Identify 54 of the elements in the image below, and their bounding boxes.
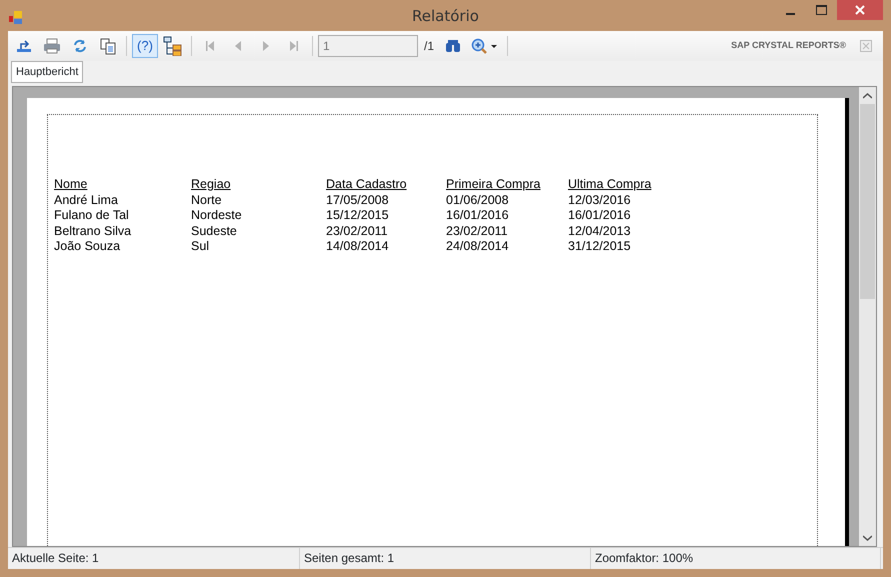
table-cell-text: 15/12/2015 xyxy=(326,208,390,224)
table-cell-text: 12/03/2016 xyxy=(568,192,632,208)
table-cell-text: Nordeste xyxy=(191,208,243,224)
binoculars-icon xyxy=(445,39,462,53)
status-text: Aktuelle Seite: 1 xyxy=(8,548,300,569)
tree-icon xyxy=(163,36,183,56)
first-page-icon xyxy=(206,41,214,51)
vertical-scrollbar[interactable] xyxy=(859,87,876,546)
column-header: Regiao xyxy=(191,177,232,192)
minimize-icon xyxy=(786,13,795,15)
status-text: Seiten gesamt: 1 xyxy=(300,548,591,569)
refresh-icon xyxy=(72,38,88,54)
column-header: Primeira Compra xyxy=(446,177,542,192)
table-cell-text: Beltrano Silva xyxy=(54,224,132,239)
last-page-icon xyxy=(290,41,298,51)
table-cell-text: 17/05/2008 xyxy=(326,192,390,208)
app-icon xyxy=(9,8,23,26)
table-cell-text: Sul xyxy=(191,239,210,254)
table-cell-text: 16/01/2016 xyxy=(568,208,632,224)
table-cell-text: 23/02/2011 xyxy=(446,224,509,239)
page-number-field[interactable]: 1 xyxy=(318,35,418,57)
previous-icon xyxy=(235,41,241,51)
status-text: Zoomfaktor: 100% xyxy=(591,548,881,569)
brand-label: SAP CRYSTAL REPORTS® xyxy=(731,39,846,52)
page-total: /1 xyxy=(424,38,434,55)
export-icon xyxy=(15,38,33,54)
close-icon xyxy=(855,5,865,15)
table-cell-text: 31/12/2015 xyxy=(568,239,632,254)
table-cell-text: Fulano de Tal xyxy=(54,208,130,224)
table-cell-text: André Lima xyxy=(54,192,119,208)
zoom-icon xyxy=(471,38,500,54)
table-cell-text: 23/02/2011 xyxy=(326,224,389,239)
column-header: Data Cadastro xyxy=(326,177,408,192)
table-cell-text: 01/06/2008 xyxy=(446,192,510,208)
report-tab[interactable]: Hauptbericht xyxy=(11,60,84,83)
copy-icon xyxy=(100,38,116,54)
scroll-down-icon[interactable] xyxy=(863,534,872,540)
table-cell-text: 12/04/2013 xyxy=(568,224,632,239)
printer-icon xyxy=(43,38,61,54)
table-cell-text: João Souza xyxy=(54,239,122,254)
close-icon xyxy=(860,40,872,52)
table-cell-text: Sudeste xyxy=(191,224,238,239)
scroll-up-icon[interactable] xyxy=(863,92,872,98)
table-cell-text: 14/08/2014 xyxy=(326,239,390,254)
table-cell-text: 16/01/2016 xyxy=(446,208,510,224)
column-header: Nome xyxy=(54,177,88,192)
window-title: Relatório xyxy=(411,6,480,27)
next-icon xyxy=(263,41,269,51)
column-header: Ultima Compra xyxy=(568,177,652,192)
table-cell-text: 24/08/2014 xyxy=(446,239,510,254)
close-button[interactable] xyxy=(837,0,883,20)
maximize-icon xyxy=(816,5,827,15)
help-button[interactable]: (?) xyxy=(132,34,158,58)
table-cell-text: Norte xyxy=(191,192,223,208)
